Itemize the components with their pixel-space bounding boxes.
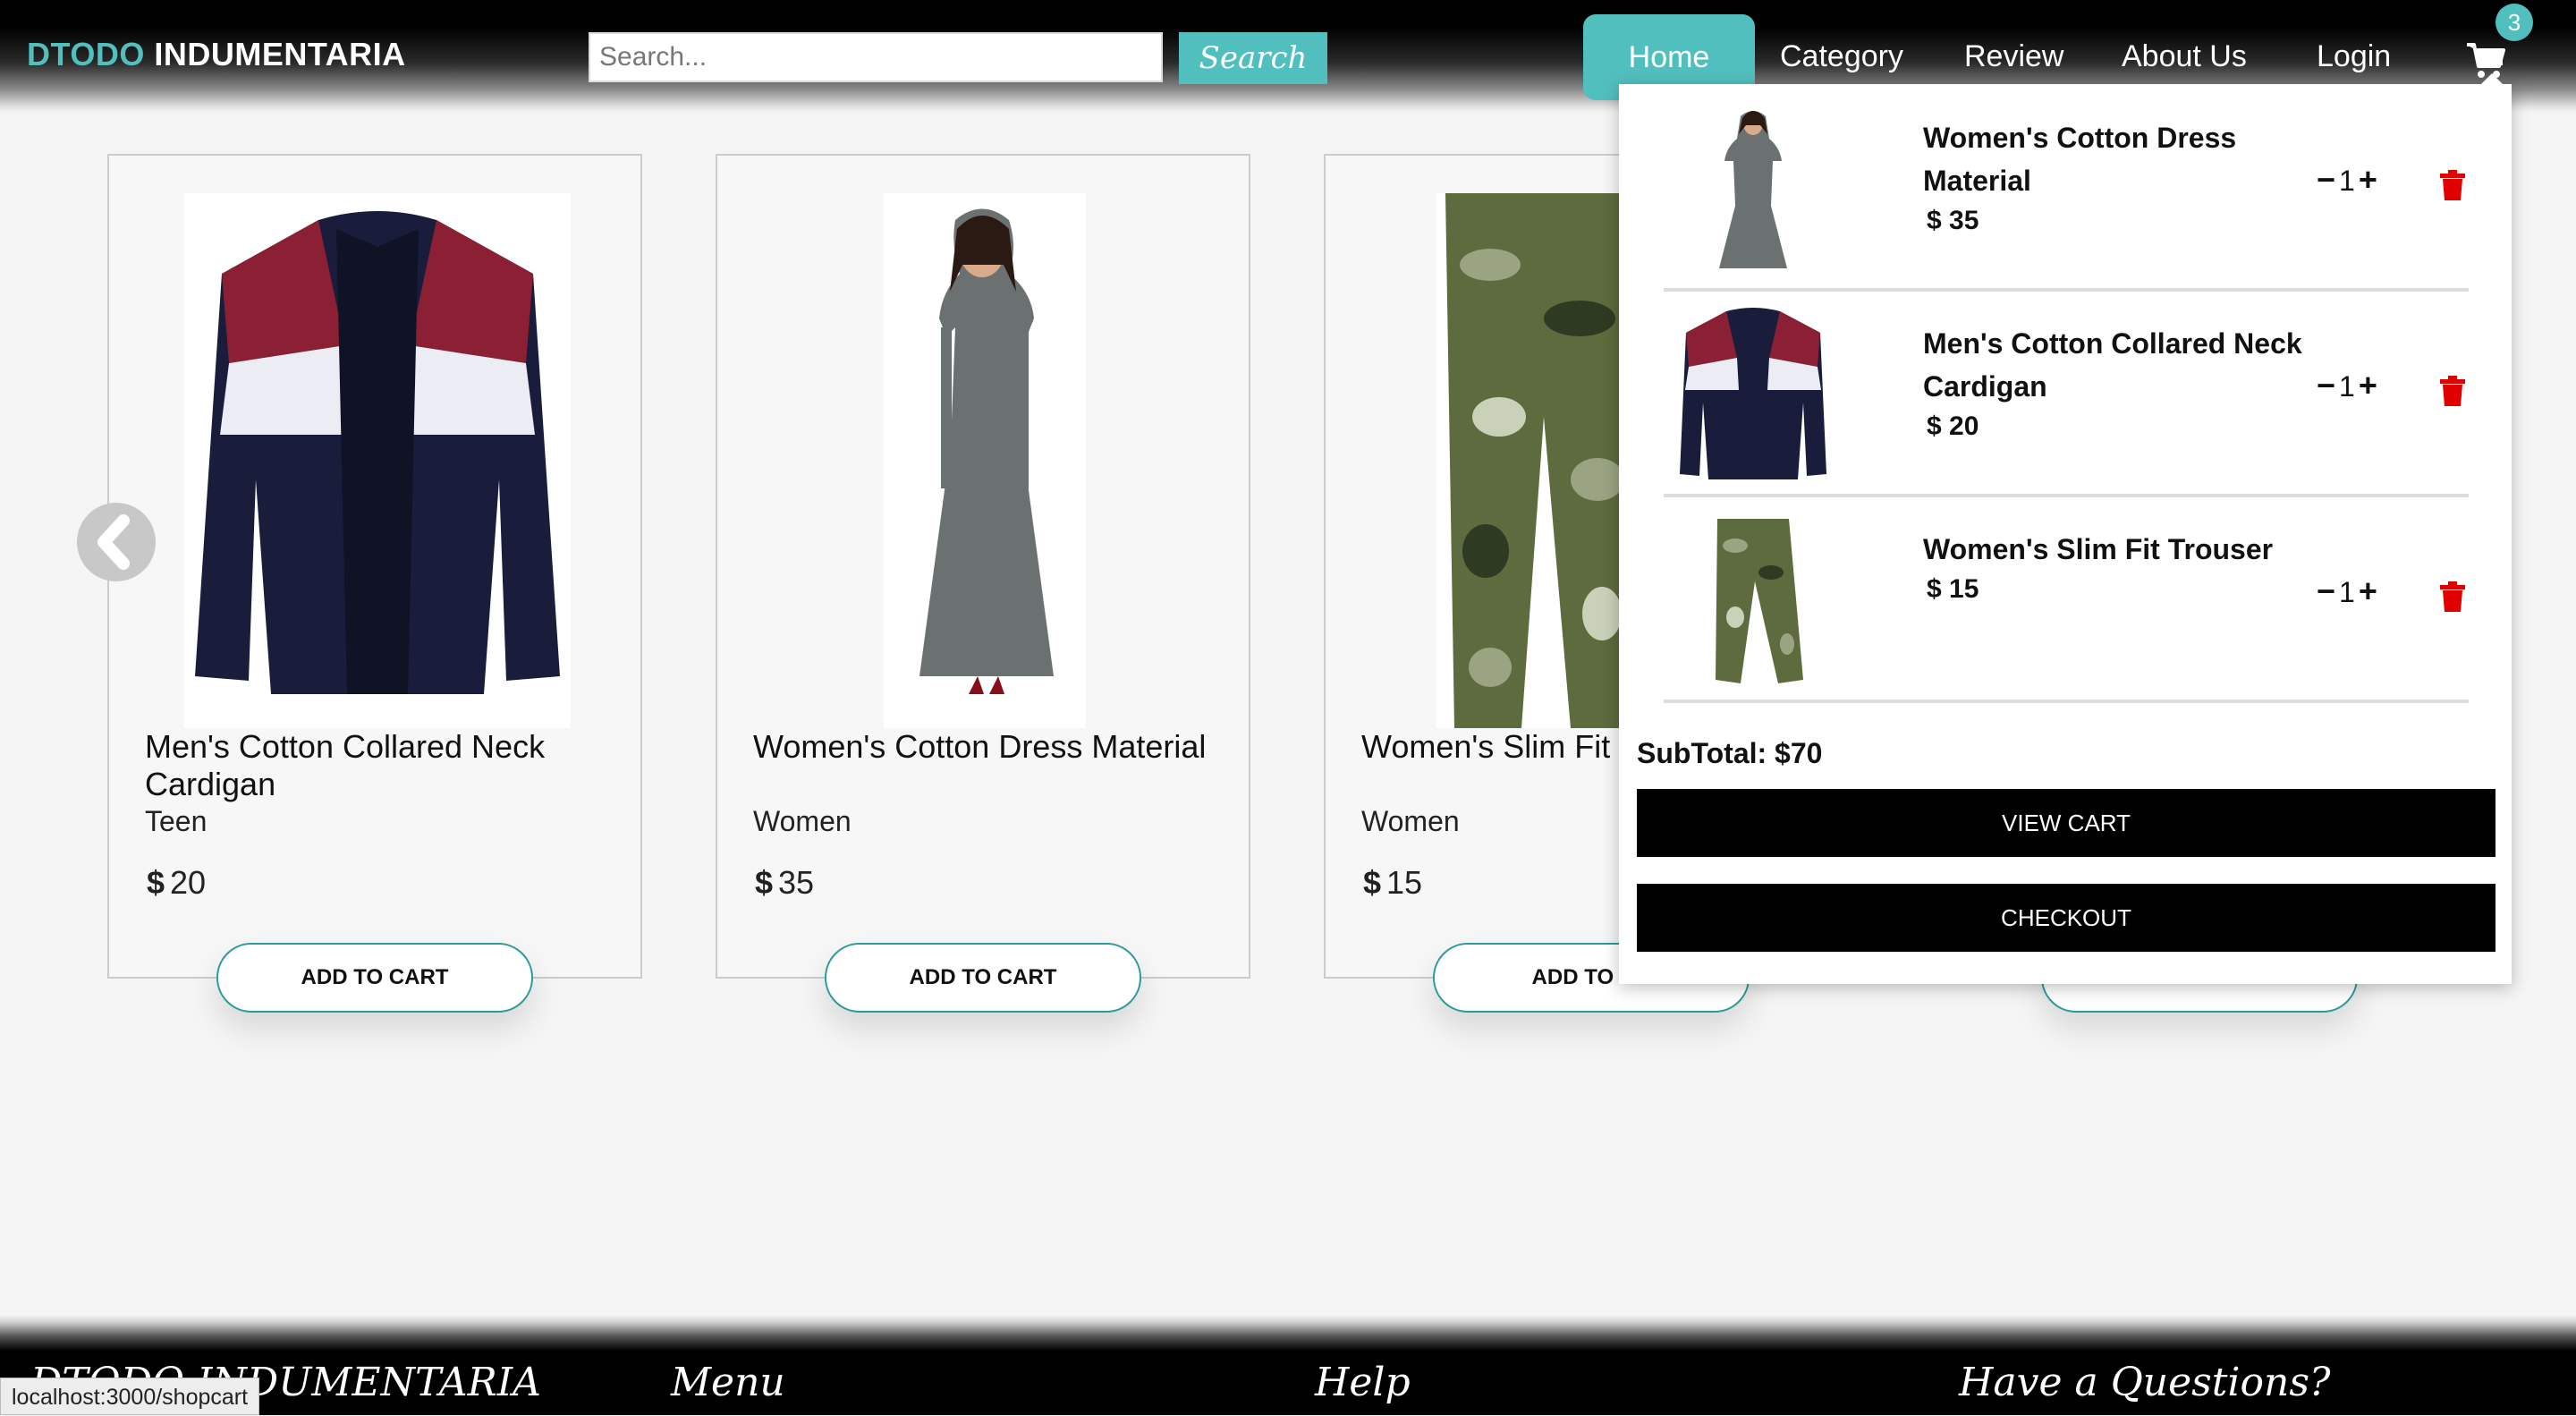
currency-symbol: $: [1927, 206, 1942, 235]
price-value: 15: [1386, 864, 1423, 901]
increase-quantity-button[interactable]: +: [2359, 161, 2377, 198]
footer-help-heading: Help: [1315, 1360, 1411, 1405]
decrease-quantity-button[interactable]: −: [2317, 161, 2335, 198]
add-to-cart-button[interactable]: ADD TO CART: [825, 943, 1141, 1013]
currency-symbol: $: [147, 864, 165, 901]
product-price: $15: [1363, 864, 1422, 902]
product-name[interactable]: Men's Cotton Collared Neck Cardigan: [145, 728, 610, 803]
product-image-cardigan[interactable]: [184, 193, 571, 728]
nav-login[interactable]: Login: [2317, 39, 2391, 74]
decrease-quantity-button[interactable]: −: [2317, 367, 2335, 403]
cart-item-price: $ 35: [1927, 206, 1979, 236]
product-price: $35: [755, 864, 814, 902]
chevron-left-icon: [97, 514, 130, 570]
cart-item: Men's Cotton Collared Neck Cardigan $ 20…: [1664, 290, 2469, 497]
price-value: 20: [170, 864, 207, 901]
product-image-dress[interactable]: [884, 193, 1086, 728]
site-logo[interactable]: DTODO INDUMENTARIA: [27, 36, 406, 73]
trash-icon[interactable]: [2440, 376, 2465, 406]
logo-part1: DTODO: [27, 36, 145, 72]
price-value: 35: [778, 864, 815, 901]
product-category: Women: [1361, 805, 1460, 837]
trash-icon[interactable]: [2440, 581, 2465, 612]
cart-item-price: $ 20: [1927, 411, 1979, 442]
cart-item: Women's Cotton Dress Material $ 35 −1 +: [1664, 84, 2469, 292]
currency-symbol: $: [1927, 411, 1942, 441]
cart-item-image[interactable]: [1673, 98, 1834, 277]
carousel-prev-button[interactable]: [77, 503, 156, 581]
search-input[interactable]: [589, 32, 1163, 82]
nav-category[interactable]: Category: [1780, 39, 1903, 74]
price-value: 15: [1949, 574, 1979, 604]
product-card: Women's Cotton Dress Material Women $35: [716, 154, 1250, 979]
quantity-value: 1: [2339, 165, 2355, 197]
currency-symbol: $: [1363, 864, 1382, 901]
cart-item-name: Women's Cotton Dress Material: [1923, 122, 2237, 197]
product-price: $20: [147, 864, 206, 902]
nav-about-us[interactable]: About Us: [2122, 39, 2247, 74]
search-button[interactable]: Search: [1179, 32, 1327, 84]
quantity-stepper: −1 +: [2317, 367, 2377, 404]
quantity-stepper: −1 +: [2317, 161, 2377, 199]
trash-icon[interactable]: [2440, 170, 2465, 200]
product-category: Teen: [145, 805, 208, 837]
cart-item-name: Men's Cotton Collared Neck Cardigan: [1923, 327, 2302, 403]
quantity-value: 1: [2339, 576, 2355, 608]
add-to-cart-button[interactable]: ADD TO CART: [216, 943, 533, 1013]
product-name[interactable]: Women's Cotton Dress Material: [753, 728, 1218, 766]
nav-review[interactable]: Review: [1964, 39, 2063, 74]
logo-part2: INDUMENTARIA: [154, 36, 406, 72]
footer-menu-heading: Menu: [671, 1360, 785, 1405]
quantity-value: 1: [2339, 370, 2355, 403]
footer-questions-heading: Have a Questions?: [1959, 1360, 2331, 1405]
cart-item-image[interactable]: [1673, 304, 1834, 483]
quantity-stepper: −1 +: [2317, 572, 2377, 610]
status-bar-url: localhost:3000/shopcart: [0, 1378, 260, 1415]
increase-quantity-button[interactable]: +: [2359, 367, 2377, 403]
product-image-trouser[interactable]: [1436, 193, 1642, 728]
cart-count-badge: 3: [2496, 4, 2533, 41]
cart-item-image[interactable]: [1673, 510, 1834, 689]
cart-item-name: Women's Slim Fit Trouser: [1923, 533, 2274, 565]
cart-dropdown: Women's Cotton Dress Material $ 35 −1 + M…: [1619, 73, 2512, 984]
decrease-quantity-button[interactable]: −: [2317, 572, 2335, 609]
increase-quantity-button[interactable]: +: [2359, 572, 2377, 609]
cart-item: Women's Slim Fit Trouser $ 15 −1 +: [1664, 496, 2469, 703]
cart-subtotal: SubTotal: $70: [1637, 737, 1823, 769]
price-value: 35: [1949, 206, 1979, 235]
currency-symbol: $: [755, 864, 774, 901]
product-category: Women: [753, 805, 852, 837]
product-card: Men's Cotton Collared Neck Cardigan Teen…: [107, 154, 642, 979]
price-value: 20: [1949, 411, 1979, 441]
currency-symbol: $: [1927, 574, 1942, 604]
view-cart-button[interactable]: VIEW CART: [1637, 789, 2496, 857]
checkout-button[interactable]: CHECKOUT: [1637, 884, 2496, 952]
cart-item-price: $ 15: [1927, 574, 1979, 605]
